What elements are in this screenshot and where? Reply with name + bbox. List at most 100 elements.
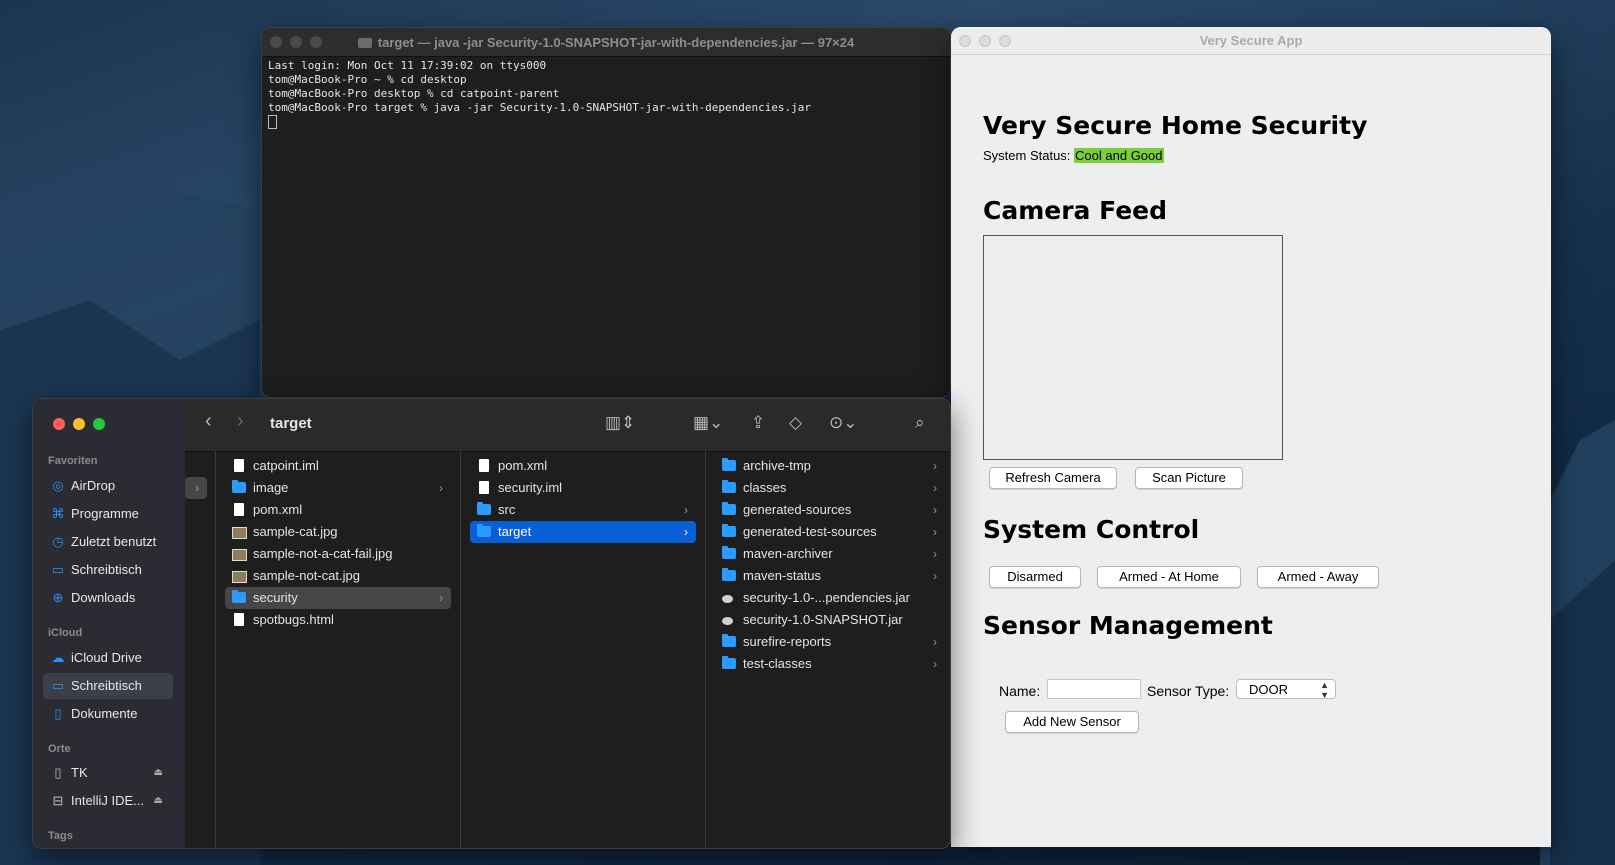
disk-icon: ⊟ [52, 793, 64, 808]
security-app-window[interactable]: Very Secure App Very Secure Home Securit… [951, 27, 1551, 847]
list-item[interactable]: security.iml [470, 477, 696, 499]
app-titlebar[interactable]: Very Secure App [951, 27, 1551, 55]
disarmed-button[interactable]: Disarmed [989, 566, 1081, 588]
list-item[interactable]: security › [225, 587, 451, 609]
tag-icon[interactable]: ◇ [789, 413, 802, 433]
more-icon[interactable]: ⊙⌄ [829, 413, 858, 433]
armed-away-button[interactable]: Armed - Away [1257, 566, 1379, 588]
list-item[interactable]: generated-test-sources › [715, 521, 945, 543]
eject-icon[interactable]: ⏏ [154, 788, 163, 814]
chevron-right-icon: › [684, 503, 688, 517]
sensor-name-input[interactable] [1047, 679, 1141, 699]
camera-heading: Camera Feed [983, 196, 1167, 225]
close-button[interactable] [270, 36, 282, 48]
terminal-line: Last login: Mon Oct 11 17:39:02 on ttys0… [268, 59, 547, 72]
list-item[interactable]: catpoint.iml [225, 455, 451, 477]
list-item[interactable]: image › [225, 477, 451, 499]
sidebar-item-tk[interactable]: ▯ TK ⏏ [43, 760, 173, 786]
armed-home-button[interactable]: Armed - At Home [1097, 566, 1241, 588]
sidebar-item-documents[interactable]: ▯ Dokumente [43, 701, 173, 727]
file-icon [479, 481, 489, 494]
file-icon [479, 459, 489, 472]
chevron-right-icon: › [933, 503, 937, 517]
list-item[interactable]: pom.xml [225, 499, 451, 521]
sidebar-item-recent[interactable]: ◷ Zuletzt benutzt [43, 529, 173, 555]
chevron-right-icon: › [439, 481, 443, 495]
name-label: Name: [999, 683, 1041, 699]
folder-icon [477, 502, 491, 515]
sidebar-item-intellij[interactable]: ⊟ IntelliJ IDE... ⏏ [43, 788, 173, 814]
list-item[interactable]: › [185, 477, 207, 499]
terminal-title: target — java -jar Security-1.0-SNAPSHOT… [262, 35, 950, 50]
scan-picture-button[interactable]: Scan Picture [1135, 467, 1243, 489]
app-heading: Very Secure Home Security [983, 111, 1368, 140]
zoom-button[interactable] [310, 36, 322, 48]
list-item[interactable]: surefire-reports › [715, 631, 945, 653]
cloud-icon: ☁ [51, 650, 65, 665]
list-item[interactable]: maven-archiver › [715, 543, 945, 565]
search-icon[interactable]: ⌕ [915, 413, 925, 433]
finder-toolbar: ‹ › target ▥⇕ ▦⌄ ⇪ ◇ ⊙⌄ ⌕ [185, 399, 950, 452]
list-item[interactable]: classes › [715, 477, 945, 499]
image-file-icon [232, 527, 247, 539]
jar-file-icon [722, 617, 733, 625]
chevron-right-icon: › [933, 657, 937, 671]
close-button[interactable] [53, 418, 65, 430]
group-icon[interactable]: ▦⌄ [693, 413, 723, 433]
list-item[interactable]: pom.xml [470, 455, 696, 477]
list-item[interactable]: archive-tmp › [715, 455, 945, 477]
chevron-right-icon: › [195, 481, 199, 495]
folder-icon [722, 480, 736, 493]
sensor-type-select[interactable]: DOOR ▲ ▼ [1236, 679, 1336, 700]
list-item[interactable]: spotbugs.html [225, 609, 451, 631]
eject-icon[interactable]: ⏏ [154, 760, 163, 786]
terminal-titlebar[interactable]: target — java -jar Security-1.0-SNAPSHOT… [262, 28, 950, 57]
list-item[interactable]: security-1.0-SNAPSHOT.jar [715, 609, 945, 631]
zoom-button[interactable] [999, 35, 1011, 47]
airdrop-icon: ◎ [52, 478, 64, 493]
sidebar-item-downloads[interactable]: ⊕ Downloads [43, 585, 173, 611]
list-item[interactable]: src › [470, 499, 696, 521]
list-item[interactable]: sample-not-cat.jpg [225, 565, 451, 587]
sidebar-item-icloud-drive[interactable]: ☁ iCloud Drive [43, 645, 173, 671]
image-file-icon [232, 549, 247, 561]
finder-column-0: › [185, 451, 216, 848]
sidebar-item-icloud-desktop[interactable]: ▭ Schreibtisch [43, 673, 173, 699]
list-item[interactable]: sample-not-a-cat-fail.jpg [225, 543, 451, 565]
list-item[interactable]: sample-cat.jpg [225, 521, 451, 543]
applications-icon: ⌘ [51, 506, 65, 521]
sidebar-item-desktop[interactable]: ▭ Schreibtisch [43, 557, 173, 583]
back-icon[interactable]: ‹ [205, 410, 212, 433]
list-item[interactable]: test-classes › [715, 653, 945, 675]
folder-icon [357, 37, 372, 48]
control-heading: System Control [983, 515, 1200, 544]
close-button[interactable] [959, 35, 971, 47]
download-icon: ⊕ [52, 590, 64, 605]
add-sensor-button[interactable]: Add New Sensor [1005, 711, 1139, 733]
sidebar-item-airdrop[interactable]: ◎ AirDrop [43, 473, 173, 499]
chevron-right-icon: › [933, 525, 937, 539]
forward-icon[interactable]: › [237, 410, 244, 433]
terminal-output[interactable]: Last login: Mon Oct 11 17:39:02 on ttys0… [262, 57, 950, 133]
terminal-line: tom@MacBook-Pro target % java -jar Secur… [268, 101, 812, 114]
folder-icon [722, 634, 736, 647]
column-view-icon[interactable]: ▥⇕ [605, 413, 635, 433]
minimize-button[interactable] [290, 36, 302, 48]
list-item[interactable]: target › [470, 521, 696, 543]
refresh-camera-button[interactable]: Refresh Camera [989, 467, 1117, 489]
list-item[interactable]: security-1.0-...pendencies.jar [715, 587, 945, 609]
list-item[interactable]: generated-sources › [715, 499, 945, 521]
terminal-window[interactable]: target — java -jar Security-1.0-SNAPSHOT… [261, 27, 951, 398]
chevron-right-icon: › [933, 569, 937, 583]
tags-heading: Tags [48, 830, 73, 842]
finder-column-3: archive-tmp › classes › generated-sources ›… [705, 451, 950, 848]
sensor-type-label: Sensor Type: [1147, 683, 1230, 699]
minimize-button[interactable] [73, 418, 85, 430]
icloud-heading: iCloud [48, 627, 83, 639]
zoom-button[interactable] [93, 418, 105, 430]
share-icon[interactable]: ⇪ [751, 413, 765, 433]
list-item[interactable]: maven-status › [715, 565, 945, 587]
finder-window[interactable]: Favoriten ◎ AirDrop ⌘ Programme ◷ Zuletzt b… [32, 398, 951, 849]
minimize-button[interactable] [979, 35, 991, 47]
sidebar-item-programme[interactable]: ⌘ Programme [43, 501, 173, 527]
